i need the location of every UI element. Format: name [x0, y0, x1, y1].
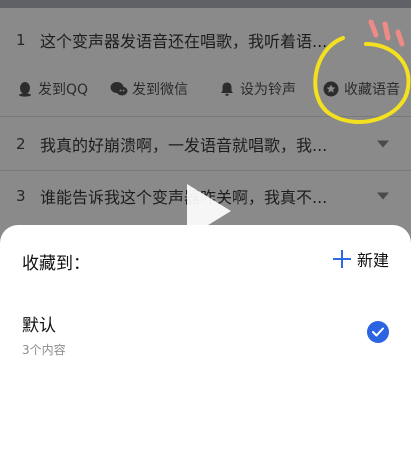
qq-icon	[16, 80, 34, 98]
list-item-number: 3	[16, 187, 26, 205]
folder-name: 默认	[22, 316, 56, 336]
sheet-title: 收藏到：	[22, 254, 90, 274]
new-folder-button[interactable]: 新建	[332, 247, 389, 271]
list-item-title: 这个变声器发语音还在唱歌，我听着语...	[40, 32, 328, 51]
new-folder-label: 新建	[356, 251, 389, 270]
list-item-number: 1	[16, 31, 26, 49]
favorite-sheet: 收藏到： 新建 默认 3个内容	[0, 225, 411, 465]
set-ringtone-label: 设为铃声	[240, 82, 296, 98]
plus-icon	[332, 250, 351, 268]
send-to-wechat-button[interactable]: 发到微信	[110, 70, 188, 108]
set-ringtone-button[interactable]: 设为铃声	[218, 70, 296, 108]
folder-count: 3个内容	[22, 343, 66, 357]
send-to-qq-button[interactable]: 发到QQ	[16, 70, 88, 108]
star-icon	[322, 80, 340, 98]
list-item[interactable]: 2 我真的好崩溃啊，一发语音就唱歌，我...	[0, 116, 411, 172]
bell-icon	[218, 80, 236, 98]
favorite-voice-label: 收藏语音	[344, 82, 400, 98]
send-to-qq-label: 发到QQ	[38, 82, 89, 98]
action-bar: 发到QQ 发到微信 设为铃声 收藏语音	[0, 70, 411, 108]
chevron-down-icon[interactable]	[377, 140, 389, 148]
list-item[interactable]: 1 这个变声器发语音还在唱歌，我听着语...	[0, 12, 411, 68]
wechat-icon	[110, 80, 128, 98]
chevron-down-icon[interactable]	[377, 192, 389, 200]
list-item-title: 我真的好崩溃啊，一发语音就唱歌，我...	[40, 136, 328, 155]
send-to-wechat-label: 发到微信	[132, 82, 188, 98]
favorite-voice-button[interactable]: 收藏语音	[322, 70, 400, 108]
check-icon[interactable]	[367, 321, 389, 343]
folder-item-default[interactable]: 默认 3个内容	[0, 303, 411, 363]
list-item-number: 2	[16, 135, 26, 153]
status-bar	[0, 0, 411, 8]
